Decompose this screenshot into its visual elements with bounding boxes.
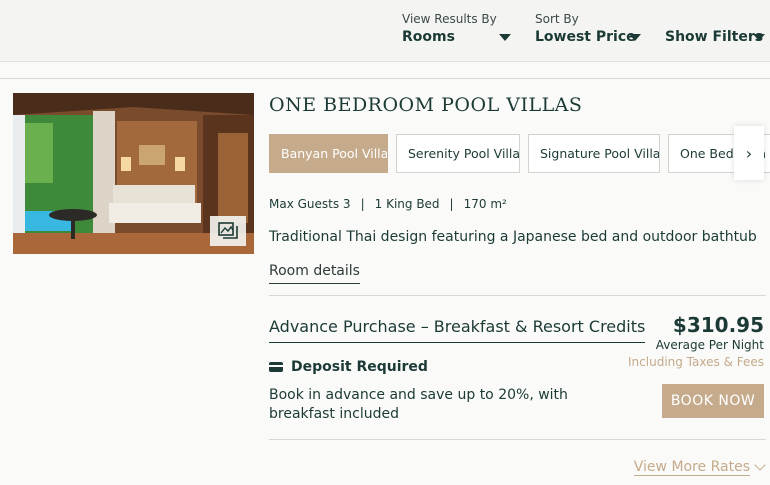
- chevron-right-icon[interactable]: ›: [734, 126, 764, 180]
- tab-signature-pool-villa[interactable]: Signature Pool Villa: [528, 134, 660, 173]
- room-type-tabs: Banyan Pool Villa Serenity Pool Villa Si…: [269, 134, 770, 174]
- room-specs: Max Guests 3 | 1 King Bed | 170 m²: [269, 197, 507, 211]
- rate-description: Book in advance and save up to 20%, with…: [269, 387, 568, 422]
- bed-type: 1 King Bed: [374, 197, 440, 211]
- chevron-down-icon: [753, 34, 765, 41]
- sort-dropdown[interactable]: Sort By Lowest Price: [535, 12, 641, 45]
- chevron-down-icon: [499, 34, 511, 41]
- rate-name-link[interactable]: Advance Purchase – Breakfast & Resort Cr…: [269, 317, 646, 343]
- price-per-night-label: Average Per Night: [655, 338, 764, 352]
- results-toolbar: View Results By Rooms Sort By Lowest Pri…: [0, 0, 770, 62]
- divider: [0, 78, 770, 79]
- taxes-fees-label: Including Taxes & Fees: [628, 355, 764, 369]
- sort-value: Lowest Price: [535, 29, 636, 45]
- view-more-rates-link[interactable]: View More Rates: [633, 459, 766, 476]
- view-more-rates-label: View More Rates: [633, 459, 750, 476]
- book-now-button[interactable]: BOOK NOW: [662, 384, 764, 418]
- chevron-down-icon: [754, 459, 766, 471]
- gallery-icon[interactable]: [210, 216, 246, 246]
- deposit-required: Deposit Required: [269, 359, 428, 375]
- room-size: 170 m²: [463, 197, 507, 211]
- separator: |: [360, 197, 365, 211]
- room-title: ONE BEDROOM POOL VILLAS: [269, 94, 583, 116]
- tab-serenity-pool-villa[interactable]: Serenity Pool Villa: [396, 134, 520, 173]
- room-description: Traditional Thai design featuring a Japa…: [269, 229, 757, 245]
- divider: [269, 439, 766, 440]
- chevron-down-icon: [629, 34, 641, 41]
- sort-label: Sort By: [535, 12, 579, 26]
- view-results-label: View Results By: [402, 12, 497, 26]
- show-filters-label: Show Filters: [665, 29, 764, 45]
- room-details-link[interactable]: Room details: [269, 263, 360, 284]
- max-guests: Max Guests 3: [269, 197, 351, 211]
- room-photo[interactable]: [13, 93, 254, 254]
- view-results-dropdown[interactable]: View Results By Rooms: [402, 12, 511, 45]
- tab-banyan-pool-villa[interactable]: Banyan Pool Villa: [269, 134, 388, 173]
- separator: |: [449, 197, 454, 211]
- credit-card-icon: [269, 362, 283, 372]
- rate-price: $310.95: [672, 313, 764, 337]
- show-filters-button[interactable]: Show Filters: [665, 29, 765, 45]
- deposit-label: Deposit Required: [291, 359, 428, 375]
- divider: [269, 295, 766, 296]
- view-results-value: Rooms: [402, 29, 455, 45]
